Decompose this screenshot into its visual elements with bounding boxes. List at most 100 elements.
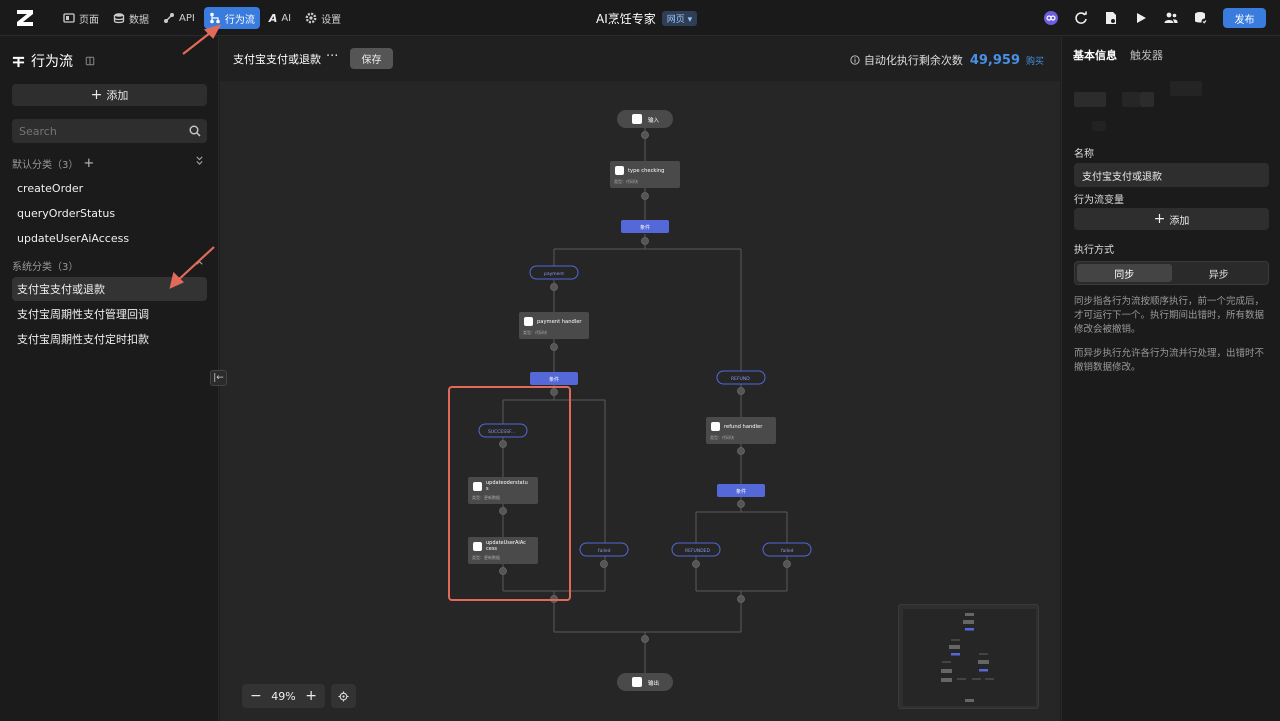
info-icon: [850, 55, 860, 65]
collapse-all-icon[interactable]: [195, 156, 204, 168]
refresh-icon[interactable]: [1072, 9, 1090, 27]
save-button[interactable]: 保存: [350, 48, 393, 69]
sidebar-item-alipay-pay-refund[interactable]: 支付宝支付或退款: [12, 277, 207, 301]
connections: [502, 128, 788, 676]
branch-success[interactable]: SUCCESSF...: [478, 423, 528, 438]
plus-icon: +: [90, 87, 103, 103]
locate-button[interactable]: [331, 684, 356, 708]
sidebar-item-alipay-periodic-charge[interactable]: 支付宝周期性支付定时扣款: [12, 327, 207, 351]
canvas-header: 支付宝支付或退款 ··· 保存 自动化执行剩余次数 49,959 购买: [220, 37, 1060, 81]
buy-link[interactable]: 购买: [1026, 54, 1044, 67]
mode-sync-option[interactable]: 同步: [1077, 264, 1172, 282]
branch-failed-1-label: failed: [598, 548, 611, 554]
add-flow-button[interactable]: + 添加: [12, 84, 207, 106]
nav-flow-label: 行为流: [224, 14, 255, 26]
minimap[interactable]: [898, 604, 1039, 709]
branch-failed-1[interactable]: failed: [579, 542, 629, 557]
sidebar-item-updateuseraiaccess[interactable]: updateUserAiAccess: [12, 226, 207, 250]
blurred-info: [1140, 92, 1154, 107]
publish-button[interactable]: 发布: [1223, 8, 1266, 28]
nav-flow[interactable]: 行为流: [203, 7, 260, 29]
blurred-info: [1170, 81, 1202, 96]
gear-icon: [305, 12, 317, 24]
zoom-level: 49%: [271, 689, 296, 703]
add-flow-label: 添加: [106, 89, 129, 102]
minimap-preview: [903, 609, 1036, 706]
top-toolbar: [1042, 9, 1210, 27]
branch-refunded[interactable]: REFUNDED: [671, 542, 721, 557]
nav-pages[interactable]: 页面: [58, 7, 104, 29]
users-icon[interactable]: [1162, 9, 1180, 27]
mode-async-option[interactable]: 异步: [1172, 264, 1267, 282]
search-input[interactable]: [12, 119, 207, 143]
node-update-ai-label-2: cess: [486, 546, 497, 552]
node-update-order-status[interactable]: updateoderstatu s 类型：更新数据: [468, 477, 538, 504]
output-node[interactable]: 输出: [617, 673, 673, 691]
flow-canvas[interactable]: 输入 type checking 类型：代码块 条件 payment payme…: [220, 81, 1060, 721]
more-options-button[interactable]: ···: [326, 49, 338, 64]
nav-ai-label: AI: [281, 12, 292, 24]
node-type-checking[interactable]: type checking 类型：代码块: [610, 161, 680, 188]
database-check-icon[interactable]: [1192, 9, 1210, 27]
preview-play-icon[interactable]: [1132, 9, 1150, 27]
condition-3-label: 条件: [736, 488, 746, 495]
default-category-header[interactable]: 默认分类（3） +: [12, 156, 94, 171]
node-update-order-label-1: updateoderstatu: [486, 480, 528, 486]
search-icon[interactable]: [189, 125, 201, 137]
add-variable-button[interactable]: + 添加: [1074, 208, 1269, 230]
plus-icon: +: [1153, 211, 1166, 227]
node-refund-handler[interactable]: refund handler 类型：代码块: [706, 417, 776, 444]
execution-mode-toggle: 同步 异步: [1074, 261, 1269, 285]
node-type-checking-label: type checking: [628, 168, 664, 174]
input-node[interactable]: 输入: [617, 110, 673, 128]
node-payment-handler[interactable]: payment handler 类型：代码块: [519, 312, 589, 339]
api-icon: [164, 13, 174, 23]
condition-1-label: 条件: [640, 224, 650, 231]
node-refund-handler-sub: 类型：代码块: [710, 434, 734, 440]
database-icon: [113, 13, 125, 24]
add-variable-label: 添加: [1169, 215, 1190, 227]
zoom-control: − 49% +: [242, 684, 325, 708]
nav-data[interactable]: 数据: [108, 7, 154, 29]
zoom-in-button[interactable]: +: [305, 688, 317, 704]
quota-label: 自动化执行剩余次数: [863, 54, 963, 67]
nav-settings-label: 设置: [321, 14, 342, 26]
sidebar-item-alipay-periodic-callback[interactable]: 支付宝周期性支付管理回调: [12, 302, 207, 326]
zoom-out-button[interactable]: −: [250, 688, 262, 704]
condition-node-2[interactable]: 条件: [530, 372, 578, 385]
app-title: AI烹饪专家 网页 ▾: [596, 10, 698, 27]
condition-node-3[interactable]: 条件: [717, 484, 765, 497]
sidebar-item-createorder[interactable]: createOrder: [12, 176, 207, 200]
node-type-checking-sub: 类型：代码块: [614, 178, 638, 184]
branch-refund-label: REFUND: [731, 376, 750, 382]
nav-ai[interactable]: A AI: [264, 7, 296, 29]
node-update-order-label-2: s: [486, 486, 489, 492]
logo-icon[interactable]: [14, 7, 36, 29]
document-settings-icon[interactable]: [1102, 9, 1120, 27]
input-node-label: 输入: [648, 116, 660, 124]
flow-list-icon: [12, 56, 25, 67]
branch-failed-2[interactable]: failed: [762, 542, 812, 557]
tab-basic-info[interactable]: 基本信息: [1073, 47, 1117, 63]
nav-settings[interactable]: 设置: [300, 7, 346, 29]
chevron-up-icon[interactable]: [195, 258, 204, 270]
mode-label: 执行方式: [1074, 245, 1114, 256]
system-category-header[interactable]: 系统分类（3）: [12, 258, 78, 273]
nav-api[interactable]: API: [158, 7, 200, 29]
ai-icon: A: [268, 11, 278, 25]
branch-payment[interactable]: payment: [529, 265, 579, 280]
flow-name-input[interactable]: [1074, 163, 1269, 187]
condition-node-1[interactable]: 条件: [621, 220, 669, 233]
sync-description: 同步指各行为流按顺序执行，前一个完成后，才可运行下一个。执行期间出错时，所有数据…: [1074, 296, 1265, 335]
tab-triggers[interactable]: 触发器: [1130, 47, 1163, 63]
branch-refund[interactable]: REFUND: [716, 370, 766, 385]
node-update-user-ai-access[interactable]: updateUserAiAc cess 类型：更新数据: [468, 537, 538, 564]
app-type-dropdown[interactable]: 网页 ▾: [661, 11, 698, 26]
collapse-sidebar-button[interactable]: |←: [210, 370, 227, 386]
book-icon[interactable]: [85, 56, 95, 66]
blurred-info: [1074, 92, 1106, 107]
avatar-icon[interactable]: [1042, 9, 1060, 27]
add-category-icon[interactable]: +: [83, 156, 94, 171]
sidebar-item-queryorderstatus[interactable]: queryOrderStatus: [12, 201, 207, 225]
quota-value: 49,959: [969, 52, 1020, 68]
